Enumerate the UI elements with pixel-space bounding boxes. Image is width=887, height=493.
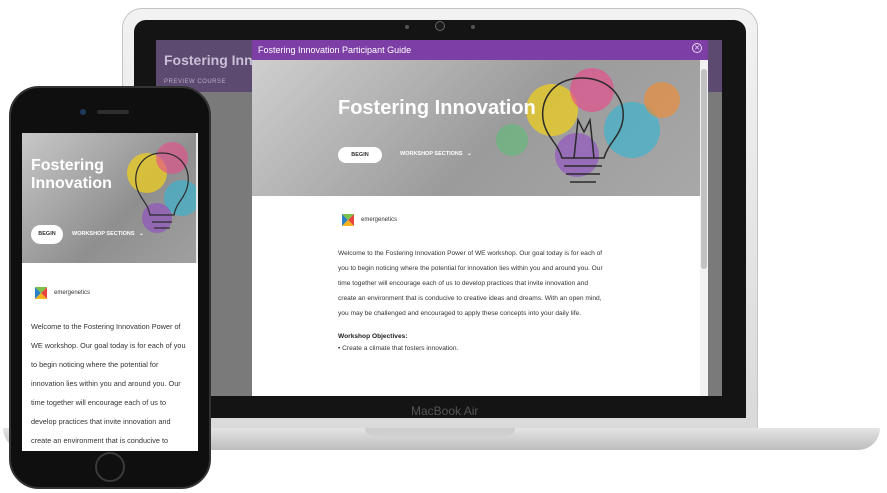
- background-page-title: Fostering Inno: [164, 52, 262, 68]
- modal-title: Fostering Innovation Participant Guide: [258, 45, 412, 55]
- scrollbar-thumb[interactable]: [701, 69, 707, 269]
- phone-screen: Fostering Innovation BEGIN WORKSHOP SECT…: [22, 133, 198, 451]
- workshop-sections-label: WORKSHOP SECTIONS: [400, 151, 463, 157]
- hero-title: Fostering Innovation: [338, 97, 536, 119]
- laptop-base-notch: [365, 428, 515, 436]
- background-page-subtitle: PREVIEW COURSE: [164, 79, 227, 85]
- objective-item: • Create a climate that fosters innovati…: [338, 345, 459, 352]
- home-button[interactable]: [95, 452, 125, 482]
- logo-text: emergenetics: [361, 217, 398, 223]
- phone-welcome-paragraph: Welcome to the Fostering Innovation Powe…: [31, 322, 186, 445]
- objectives-heading: Workshop Objectives:: [338, 333, 408, 340]
- laptop-camera: [435, 21, 445, 31]
- modal-title-bar: Fostering Innovation Participant Guide ✕: [252, 40, 708, 60]
- phone-hero-title: Fostering Innovation: [31, 157, 112, 192]
- close-icon[interactable]: ✕: [692, 43, 702, 53]
- emergenetics-logo-icon: [35, 287, 47, 299]
- chevron-down-icon: ⌄: [139, 231, 144, 237]
- hero-banner: Fostering Innovation BEGIN WORKSHOP SECT…: [252, 60, 700, 196]
- participant-guide-modal: Fostering Innovation Participant Guide ✕: [252, 40, 708, 396]
- laptop-sensor: [405, 25, 409, 29]
- chevron-down-icon: ⌄: [467, 151, 472, 157]
- laptop-sensor: [471, 25, 475, 29]
- objective-item-text: Create a climate that fosters innovation…: [342, 345, 459, 352]
- guide-content: emergenetics Welcome to the Fostering In…: [338, 208, 608, 352]
- phone-emergenetics-logo: emergenetics: [31, 283, 90, 303]
- phone-camera: [80, 109, 86, 115]
- modal-scrollbar[interactable]: [700, 60, 708, 396]
- begin-button[interactable]: BEGIN: [338, 147, 382, 163]
- workshop-sections-label: WORKSHOP SECTIONS: [72, 231, 135, 237]
- phone-begin-button[interactable]: BEGIN: [31, 225, 63, 244]
- emergenetics-logo: emergenetics: [338, 208, 608, 232]
- phone-scrollbar[interactable]: [196, 133, 198, 263]
- paint-splash-lightbulb-illustration: [496, 68, 680, 183]
- welcome-paragraph: Welcome to the Fostering Innovation Powe…: [338, 250, 603, 317]
- logo-text: emergenetics: [54, 290, 91, 296]
- laptop-brand-label: MacBook Air: [411, 404, 479, 418]
- emergenetics-logo-icon: [342, 214, 354, 226]
- phone-workshop-sections-dropdown[interactable]: WORKSHOP SECTIONS ⌄: [72, 231, 144, 237]
- workshop-sections-dropdown[interactable]: WORKSHOP SECTIONS ⌄: [400, 151, 472, 157]
- phone-speaker: [97, 110, 129, 114]
- laptop-screen: Fostering Inno PREVIEW COURSE Fostering …: [156, 40, 722, 396]
- phone-hero-banner: Fostering Innovation BEGIN WORKSHOP SECT…: [22, 133, 198, 263]
